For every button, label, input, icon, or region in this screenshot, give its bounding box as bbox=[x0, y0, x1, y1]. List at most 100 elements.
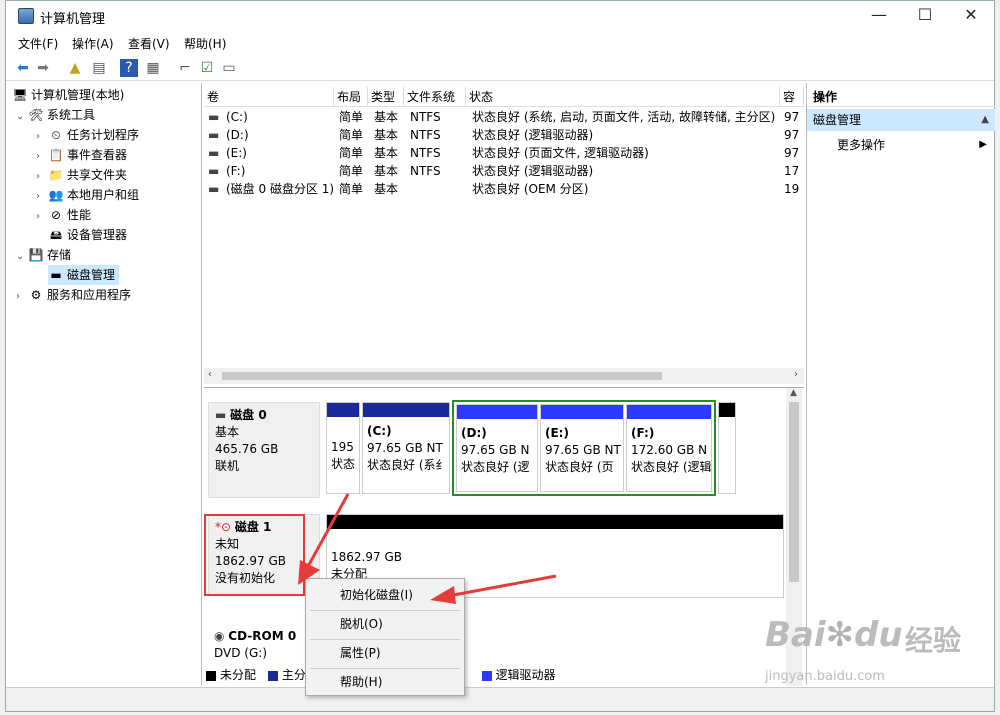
partition-oem[interactable]: 195 状态 bbox=[326, 402, 360, 494]
toolbar: ⬅ ➡ ▲ ▤ ? ▦ ⌐ ☑ ▭ bbox=[6, 55, 994, 81]
column-capacity[interactable]: 容 bbox=[780, 87, 804, 107]
partition-f[interactable]: (F:) 172.60 GB N 状态良好 (逻辑 bbox=[626, 404, 712, 492]
help-icon[interactable]: ? bbox=[120, 59, 138, 77]
tree-item-local-users[interactable]: › 👥 本地用户和组 bbox=[36, 185, 139, 205]
window-title: 计算机管理 bbox=[40, 12, 106, 27]
menu-file[interactable]: 文件(F) bbox=[18, 35, 58, 52]
table-row[interactable]: ▬ (C:) 简单 基本 NTFS 状态良好 (系统, 启动, 页面文件, 活动… bbox=[204, 108, 804, 126]
cell-type: 基本 bbox=[374, 164, 399, 178]
expand-icon[interactable]: › bbox=[36, 127, 48, 147]
tree-label: 磁盘管理 bbox=[67, 268, 116, 282]
tree-item-device-manager[interactable]: 🖴 设备管理器 bbox=[48, 225, 127, 245]
cell-filesystem: NTFS bbox=[410, 164, 441, 178]
disk-0-label[interactable]: ▬ 磁盘 0 基本 465.76 GB 联机 bbox=[208, 402, 320, 498]
partition-d[interactable]: (D:) 97.65 GB N 状态良好 (逻 bbox=[456, 404, 538, 492]
tree-item-performance[interactable]: › ⊘ 性能 bbox=[36, 205, 91, 225]
partition-size: 172.60 GB N bbox=[631, 443, 708, 457]
watermark-brand: Bai bbox=[765, 615, 826, 655]
action-disk-management[interactable]: 磁盘管理 ▲ bbox=[807, 109, 995, 131]
partition-c[interactable]: (C:) 97.65 GB NT 状态良好 (系纟 bbox=[362, 402, 450, 494]
watermark-url: jingyan.baidu.com bbox=[765, 669, 885, 684]
tree-item-shared-folders[interactable]: › 📁 共享文件夹 bbox=[36, 165, 127, 185]
properties-view-icon[interactable]: ▦ bbox=[144, 59, 162, 77]
cdrom-label[interactable]: ◉ CD-ROM 0 DVD (G:) bbox=[208, 624, 320, 664]
table-row[interactable]: ▬ (F:) 简单 基本 NTFS 状态良好 (逻辑驱动器) 17 bbox=[204, 162, 804, 180]
cell-status: 状态良好 (逻辑驱动器) bbox=[472, 164, 594, 178]
tree-item-system-tools[interactable]: ⌄ 🛠 系统工具 bbox=[16, 105, 95, 125]
menu-properties[interactable]: 属性(P) bbox=[306, 639, 464, 667]
scroll-thumb[interactable] bbox=[222, 372, 662, 380]
computer-icon: 🖥 bbox=[12, 88, 28, 102]
tree-label: 本地用户和组 bbox=[67, 188, 140, 202]
submenu-arrow-icon: ▶ bbox=[979, 139, 987, 150]
collapse-up-icon[interactable]: ▲ bbox=[981, 109, 989, 131]
legend-label: 逻辑驱动器 bbox=[495, 668, 556, 682]
legend-label: 主分 bbox=[281, 668, 306, 682]
collapse-icon[interactable]: ⌄ bbox=[16, 107, 28, 127]
cell-capacity: 19 bbox=[784, 182, 800, 196]
connect-icon[interactable]: ⌐ bbox=[176, 59, 194, 77]
cell-type: 基本 bbox=[374, 146, 399, 160]
cell-layout: 简单 bbox=[339, 128, 364, 142]
maximize-button[interactable]: ☐ bbox=[902, 1, 948, 31]
column-layout[interactable]: 布局 bbox=[334, 87, 368, 107]
collapse-icon[interactable]: ⌄ bbox=[16, 247, 28, 267]
expand-icon[interactable]: › bbox=[16, 287, 28, 307]
tree-item-storage[interactable]: ⌄ 💾 存储 bbox=[16, 245, 71, 265]
scroll-right-icon[interactable]: › bbox=[794, 369, 798, 380]
cell-capacity: 97 bbox=[784, 146, 800, 160]
scroll-up-icon[interactable]: ▲ bbox=[790, 388, 797, 398]
horizontal-scrollbar[interactable]: ‹ › bbox=[204, 368, 804, 384]
volume-icon: ▬ bbox=[208, 128, 220, 142]
tree-item-event-viewer[interactable]: › 📋 事件查看器 bbox=[36, 145, 127, 165]
menu-offline[interactable]: 脱机(O) bbox=[306, 610, 464, 638]
table-row[interactable]: ▬ (磁盘 0 磁盘分区 1) 简单 基本 状态良好 (OEM 分区) 19 bbox=[204, 180, 804, 198]
cell-filesystem: NTFS bbox=[410, 110, 441, 124]
tree-item-disk-management[interactable]: ▬ 磁盘管理 bbox=[48, 265, 120, 285]
scroll-left-icon[interactable]: ‹ bbox=[208, 369, 212, 380]
partition-last[interactable] bbox=[718, 402, 736, 494]
cell-filesystem: NTFS bbox=[410, 128, 441, 142]
menu-help[interactable]: 帮助(H) bbox=[306, 668, 464, 696]
action-more-actions[interactable]: 更多操作 ▶ bbox=[837, 135, 987, 155]
partition-e[interactable]: (E:) 97.65 GB NT 状态良好 (页 bbox=[540, 404, 624, 492]
table-row[interactable]: ▬ (E:) 简单 基本 NTFS 状态良好 (页面文件, 逻辑驱动器) 97 bbox=[204, 144, 804, 162]
paw-icon: ✻ bbox=[825, 615, 855, 655]
cell-status: 状态良好 (页面文件, 逻辑驱动器) bbox=[472, 146, 649, 160]
tree-item-task-scheduler[interactable]: › ⏲ 任务计划程序 bbox=[36, 125, 139, 145]
partition-status: 状态 bbox=[331, 457, 356, 471]
check-icon[interactable]: ☑ bbox=[198, 59, 216, 77]
cell-capacity: 97 bbox=[784, 110, 800, 124]
legend-swatch bbox=[481, 670, 492, 681]
table-row[interactable]: ▬ (D:) 简单 基本 NTFS 状态良好 (逻辑驱动器) 97 bbox=[204, 126, 804, 144]
storage-icon: 💾 bbox=[28, 248, 44, 262]
menu-help[interactable]: 帮助(H) bbox=[184, 35, 226, 52]
show-hide-tree-icon[interactable]: ▤ bbox=[90, 59, 108, 77]
scroll-thumb[interactable] bbox=[789, 402, 799, 582]
column-type[interactable]: 类型 bbox=[368, 87, 404, 107]
expand-icon[interactable]: › bbox=[36, 147, 48, 167]
tree-item-computer-management[interactable]: 🖥 计算机管理(本地) bbox=[12, 85, 124, 105]
column-filesystem[interactable]: 文件系统 bbox=[404, 87, 466, 107]
unallocated-size: 1862.97 GB bbox=[331, 550, 402, 564]
extended-partition: (D:) 97.65 GB N 状态良好 (逻 (E:) 97.65 GB NT… bbox=[452, 400, 716, 496]
disk-icon: ▬ bbox=[215, 408, 231, 422]
volume-icon: ▬ bbox=[208, 146, 220, 160]
column-status[interactable]: 状态 bbox=[466, 87, 780, 107]
tree-item-services-apps[interactable]: › ⚙ 服务和应用程序 bbox=[16, 285, 131, 305]
list-icon[interactable]: ▭ bbox=[220, 59, 238, 77]
back-icon[interactable]: ⬅ bbox=[14, 59, 32, 77]
forward-icon[interactable]: ➡ bbox=[34, 59, 52, 77]
column-volume[interactable]: 卷 bbox=[204, 87, 334, 107]
cell-layout: 简单 bbox=[339, 110, 364, 124]
expand-icon[interactable]: › bbox=[36, 187, 48, 207]
expand-icon[interactable]: › bbox=[36, 167, 48, 187]
up-folder-icon[interactable]: ▲ bbox=[66, 59, 84, 77]
computer-management-icon bbox=[18, 8, 34, 24]
menu-action[interactable]: 操作(A) bbox=[72, 35, 114, 52]
close-button[interactable]: ✕ bbox=[948, 1, 994, 31]
expand-icon[interactable]: › bbox=[36, 207, 48, 227]
minimize-button[interactable]: — bbox=[856, 1, 902, 31]
cell-volume: (磁盘 0 磁盘分区 1) bbox=[226, 182, 335, 196]
menu-view[interactable]: 查看(V) bbox=[128, 35, 170, 52]
